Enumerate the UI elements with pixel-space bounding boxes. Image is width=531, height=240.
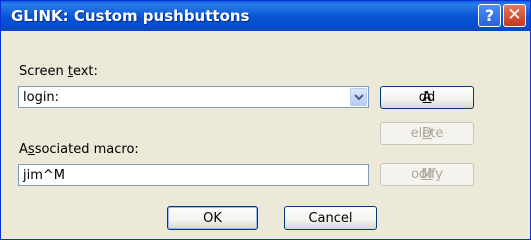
associated-macro-field[interactable]: jim^M bbox=[18, 164, 369, 186]
help-button[interactable]: ? bbox=[478, 4, 501, 27]
ok-button[interactable]: OK bbox=[167, 206, 258, 230]
macro-label-part: sociated macro: bbox=[34, 142, 139, 157]
associated-macro-label: Associated macro: bbox=[19, 142, 139, 157]
screen-text-label-part: ext: bbox=[72, 64, 98, 79]
add-button[interactable]: Add bbox=[380, 86, 474, 109]
screen-text-label: Screen text: bbox=[19, 64, 98, 79]
screen-text-label-part: Screen bbox=[19, 64, 68, 79]
dropdown-arrow-button[interactable] bbox=[350, 88, 367, 106]
window-title: GLINK: Custom pushbuttons bbox=[11, 7, 250, 25]
modify-button[interactable]: Modify bbox=[380, 163, 474, 186]
add-button-label: dd bbox=[418, 90, 436, 105]
macro-label-accel: s bbox=[27, 142, 35, 157]
associated-macro-value: jim^M bbox=[23, 168, 65, 183]
modify-button-label: odify bbox=[411, 167, 443, 182]
macro-label-part: A bbox=[19, 142, 28, 157]
delete-button-label: elete bbox=[410, 126, 444, 141]
chevron-down-icon bbox=[354, 94, 364, 101]
delete-button[interactable]: Delete bbox=[380, 122, 474, 145]
title-bar[interactable]: GLINK: Custom pushbuttons ? ✕ bbox=[1, 1, 530, 31]
cancel-button[interactable]: Cancel bbox=[284, 206, 377, 230]
close-button[interactable]: ✕ bbox=[503, 4, 526, 27]
screen-text-value: login: bbox=[23, 90, 60, 105]
ok-button-label: OK bbox=[203, 211, 222, 226]
cancel-button-label: Cancel bbox=[308, 211, 353, 226]
dialog-window: GLINK: Custom pushbuttons ? ✕ Screen tex… bbox=[0, 0, 531, 240]
screen-text-combobox[interactable]: login: bbox=[18, 86, 369, 108]
